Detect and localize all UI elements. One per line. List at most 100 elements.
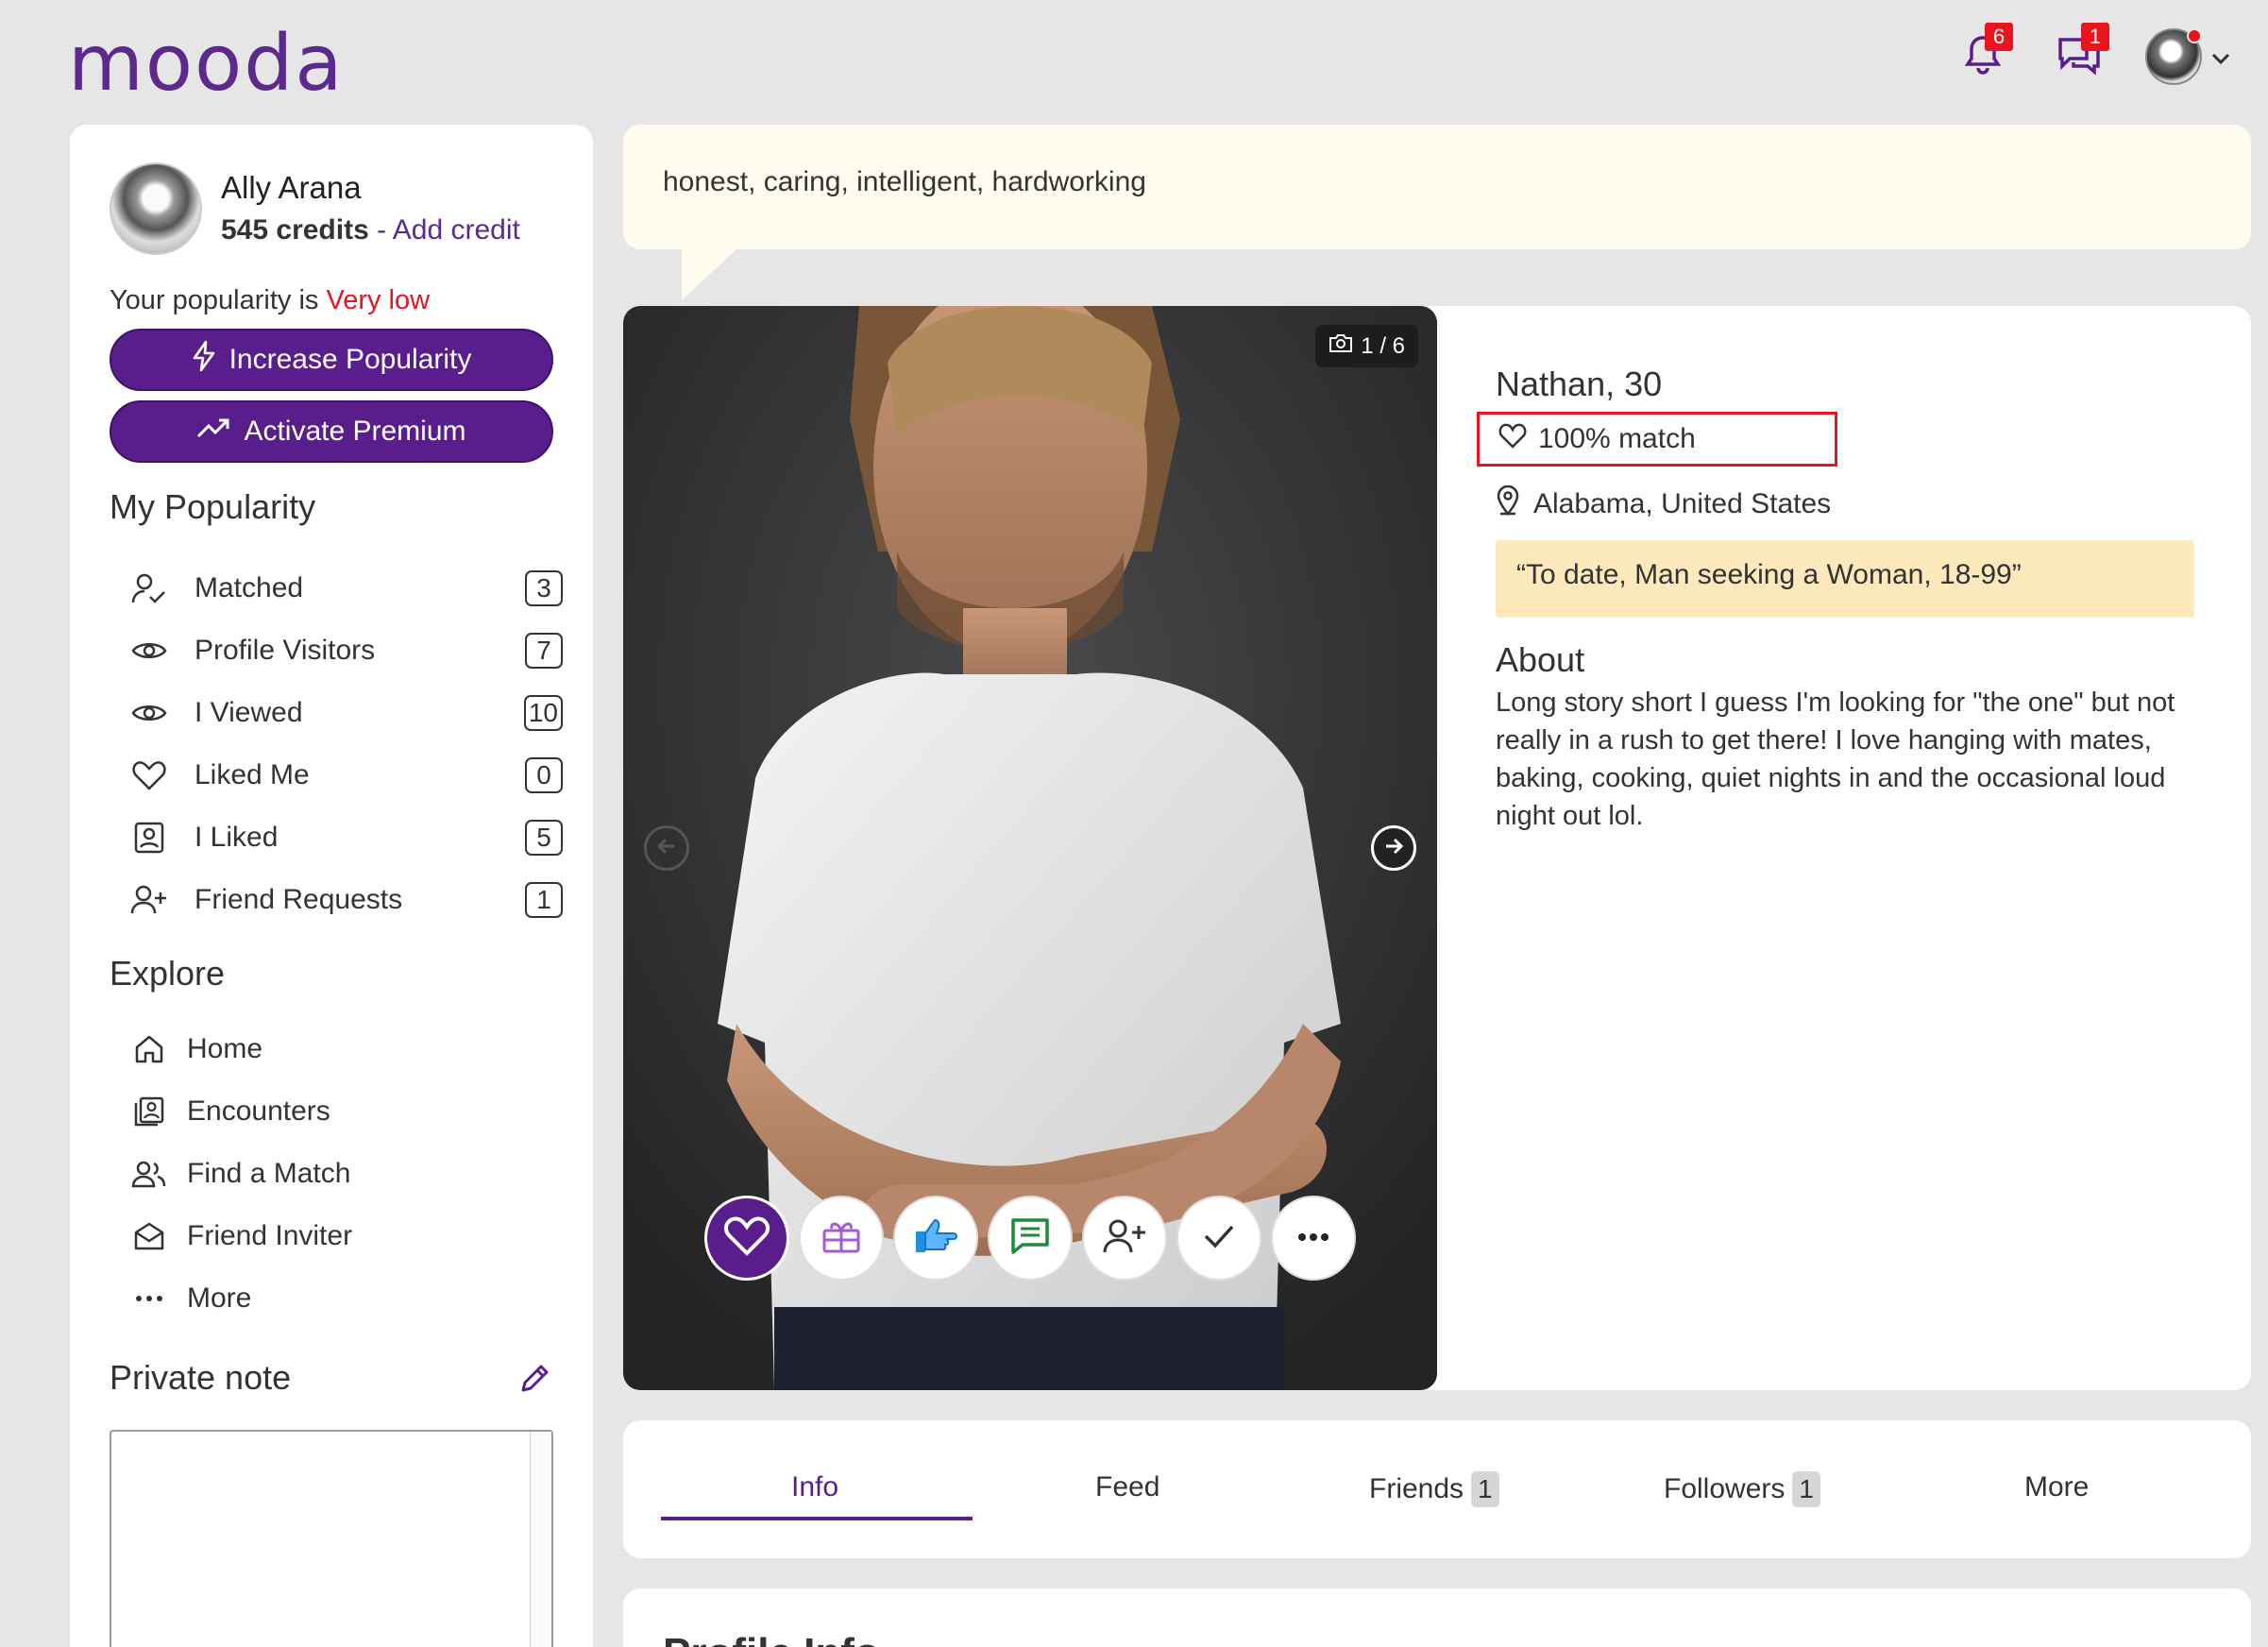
match-percentage: 100% match xyxy=(1477,412,1837,467)
count-badge: 5 xyxy=(525,820,563,856)
my-popularity-list: Matched 3 Profile Visitors 7 I Viewed 10… xyxy=(128,557,563,931)
activate-premium-button[interactable]: Activate Premium xyxy=(110,400,553,463)
tab-friends[interactable]: Friends 1 xyxy=(1369,1471,1499,1507)
about-text: Long story short I guess I'm looking for… xyxy=(1496,688,2175,831)
current-user: Ally Arana 545 credits - Add credit xyxy=(110,162,520,255)
match-text: 100% match xyxy=(1538,423,1696,454)
tab-label: Info xyxy=(791,1471,839,1503)
trending-up-icon xyxy=(196,416,230,448)
users-icon xyxy=(128,1153,170,1195)
tab-feed[interactable]: Feed xyxy=(1095,1471,1159,1503)
my-popularity-title: My Popularity xyxy=(110,487,316,526)
next-photo-button[interactable] xyxy=(1371,825,1416,871)
count-badge: 10 xyxy=(523,695,563,731)
increase-popularity-button[interactable]: Increase Popularity xyxy=(110,329,553,391)
sidebar-item-find-a-match[interactable]: Find a Match xyxy=(128,1143,563,1205)
eye-icon xyxy=(128,630,170,671)
photo-counter: 1 / 6 xyxy=(1315,325,1418,367)
profile-photo[interactable]: 1 / 6 xyxy=(623,306,1437,1390)
sidebar-item-i-liked[interactable]: I Liked 5 xyxy=(128,807,563,869)
sidebar-item-home[interactable]: Home xyxy=(128,1018,563,1080)
add-friend-icon xyxy=(1103,1218,1146,1259)
messages-button[interactable]: 1 xyxy=(2049,23,2109,87)
location-text: Alabama, United States xyxy=(1533,488,1832,519)
send-message-button[interactable] xyxy=(988,1196,1073,1281)
sidebar-item-liked-me[interactable]: Liked Me 0 xyxy=(128,744,563,807)
sidebar-item-label: Find a Match xyxy=(187,1158,351,1189)
arrow-right-icon xyxy=(1382,835,1405,862)
previous-photo-button[interactable] xyxy=(644,825,689,871)
account-avatar[interactable] xyxy=(2145,28,2202,85)
profile-info-card: Profile Info xyxy=(623,1588,2251,1647)
credits-count: 545 credits xyxy=(221,214,369,246)
user-name[interactable]: Ally Arana xyxy=(221,166,520,210)
gift-icon xyxy=(821,1217,862,1260)
count-badge: 0 xyxy=(525,757,563,793)
app-logo[interactable]: mooda xyxy=(68,17,345,111)
credits-line: 545 credits - Add credit xyxy=(221,210,520,251)
cards-icon xyxy=(128,1091,170,1132)
sidebar-item-friend-inviter[interactable]: Friend Inviter xyxy=(128,1205,563,1267)
thumbs-up-icon xyxy=(912,1216,959,1261)
tab-followers[interactable]: Followers 1 xyxy=(1664,1471,1820,1507)
sidebar-item-profile-visitors[interactable]: Profile Visitors 7 xyxy=(128,620,563,682)
private-note-textarea[interactable] xyxy=(110,1430,553,1647)
popularity-prefix: Your popularity is xyxy=(110,285,327,315)
increase-popularity-label: Increase Popularity xyxy=(228,344,472,375)
tab-label: Followers xyxy=(1664,1473,1786,1504)
popularity-status: Your popularity is Very low xyxy=(110,285,430,316)
sidebar-item-label: Profile Visitors xyxy=(195,635,376,666)
private-note-title: Private note xyxy=(110,1358,292,1397)
like-button[interactable] xyxy=(704,1196,789,1281)
more-dots-icon xyxy=(128,1278,170,1319)
portrait-icon xyxy=(128,817,170,858)
user-avatar[interactable] xyxy=(110,162,202,255)
profile-headline-bubble: honest, caring, intelligent, hardworking xyxy=(623,125,2251,300)
send-gift-button[interactable] xyxy=(799,1196,884,1281)
sidebar-item-label: Home xyxy=(187,1033,263,1064)
tab-info[interactable]: Info xyxy=(791,1471,838,1503)
heart-icon xyxy=(1498,422,1527,456)
tab-more[interactable]: More xyxy=(2024,1471,2089,1503)
heart-icon xyxy=(128,755,170,796)
profile-card: 1 / 6 Nathan, 30 100% match Alabama, Uni… xyxy=(623,306,2251,1390)
count-badge: 3 xyxy=(525,570,563,606)
profile-action-bar xyxy=(704,1196,1356,1281)
sidebar-item-i-viewed[interactable]: I Viewed 10 xyxy=(128,682,563,744)
profile-name-age: Nathan, 30 xyxy=(1496,365,1663,403)
explore-list: Home Encounters Find a Match Friend Invi… xyxy=(128,1018,563,1330)
heart-icon xyxy=(723,1215,770,1262)
popularity-level: Very low xyxy=(326,285,431,315)
chat-icon xyxy=(1009,1216,1051,1261)
wink-button[interactable] xyxy=(893,1196,978,1281)
follow-button[interactable] xyxy=(1176,1196,1261,1281)
sidebar-item-encounters[interactable]: Encounters xyxy=(128,1080,563,1143)
sidebar-item-label: More xyxy=(187,1282,252,1314)
add-credit-link[interactable]: Add credit xyxy=(393,214,520,246)
sidebar-item-more[interactable]: More xyxy=(128,1267,563,1330)
count-badge: 1 xyxy=(525,882,563,918)
profile-tabs: Info Feed Friends 1 Followers 1 More xyxy=(623,1420,2251,1558)
add-friend-button[interactable] xyxy=(1082,1196,1167,1281)
notifications-button[interactable]: 6 xyxy=(1953,23,2013,87)
notifications-badge: 6 xyxy=(1985,23,2013,51)
photo-counter-text: 1 / 6 xyxy=(1361,332,1405,359)
sidebar-item-label: Liked Me xyxy=(195,759,310,790)
tab-label: Friends xyxy=(1369,1473,1464,1504)
sidebar-item-friend-requests[interactable]: Friend Requests 1 xyxy=(128,869,563,931)
more-actions-button[interactable] xyxy=(1271,1196,1356,1281)
sidebar-item-label: Encounters xyxy=(187,1095,330,1127)
eye-icon xyxy=(128,692,170,734)
sidebar-item-label: Friend Inviter xyxy=(187,1220,353,1251)
pencil-icon[interactable] xyxy=(517,1362,551,1401)
envelope-icon xyxy=(128,1215,170,1257)
home-icon xyxy=(128,1028,170,1070)
tab-label: Feed xyxy=(1095,1471,1160,1503)
check-icon xyxy=(1202,1223,1236,1254)
chevron-down-icon[interactable] xyxy=(2211,42,2230,72)
about-title: About xyxy=(1496,640,1585,679)
lightning-icon xyxy=(192,340,216,380)
seeking-box: “To date, Man seeking a Woman, 18-99” xyxy=(1496,540,2194,618)
profile-info-title: Profile Info xyxy=(663,1630,880,1647)
sidebar-item-matched[interactable]: Matched 3 xyxy=(128,557,563,620)
